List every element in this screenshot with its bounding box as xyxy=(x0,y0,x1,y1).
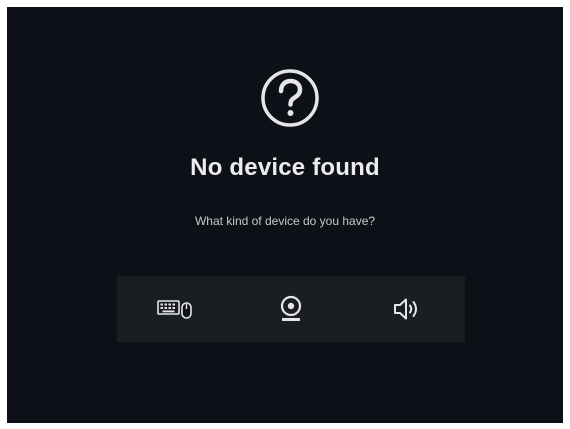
page-title: No device found xyxy=(190,154,380,181)
webcam-icon xyxy=(279,295,303,323)
device-option-webcam[interactable] xyxy=(233,276,349,342)
device-type-selector xyxy=(117,276,465,342)
device-option-keyboard-mouse[interactable] xyxy=(117,276,233,342)
help-circle-icon xyxy=(260,68,320,128)
speaker-icon xyxy=(392,296,422,322)
keyboard-mouse-icon xyxy=(157,298,193,320)
device-option-speaker[interactable] xyxy=(349,276,465,342)
device-setup-screen: No device found What kind of device do y… xyxy=(7,7,563,423)
device-prompt: What kind of device do you have? xyxy=(194,214,376,228)
